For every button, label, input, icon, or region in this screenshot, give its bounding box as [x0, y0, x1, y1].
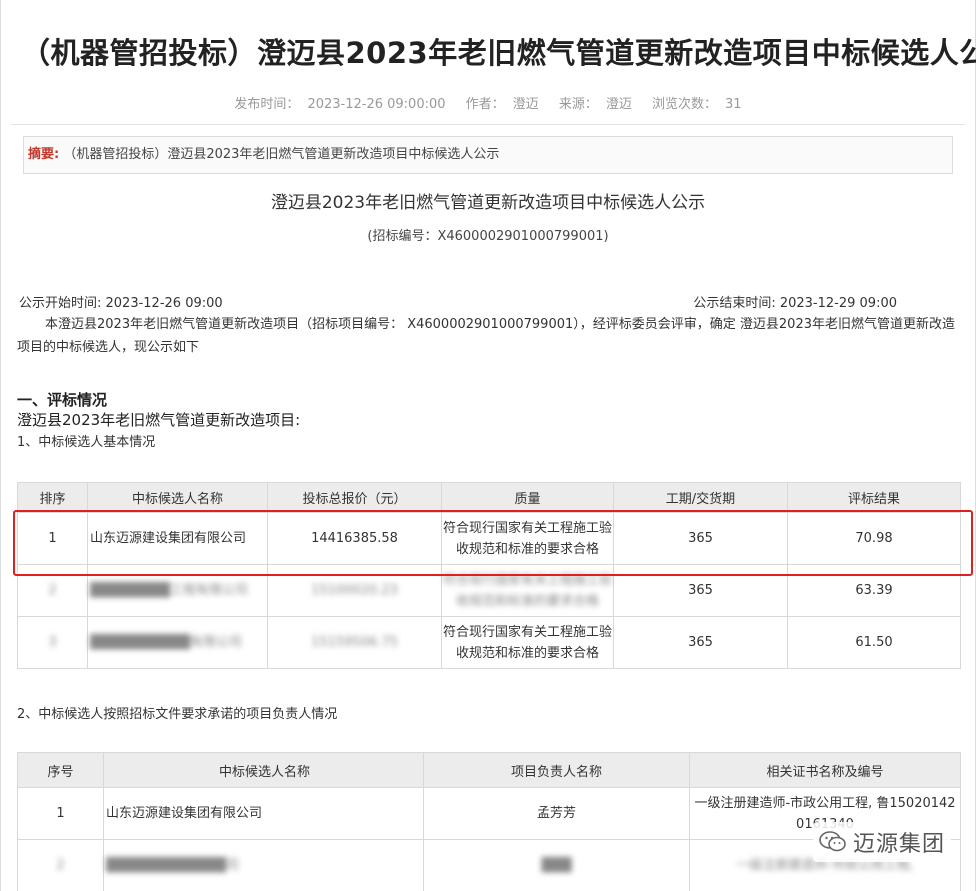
source: 来源： 澄迈: [558, 97, 632, 112]
document-title: 澄迈县2023年老旧燃气管道更新改造项目中标候选人公示: [270, 193, 706, 213]
price-cell: 14416385.58: [267, 512, 442, 565]
table-row: 2 ████████工程有限公司 15100020.23 符合现行国家有关工程施…: [17, 564, 961, 617]
quality-cell: 符合现行国家有关工程施工验收规范和标准的要求合格: [441, 512, 614, 565]
article-meta: 发布时间： 2023-12-26 09:00:00 作者： 澄迈 来源： 澄迈 浏览次…: [1, 93, 975, 112]
publish-time: 发布时间： 2023-12-26 09:00:00: [234, 97, 446, 112]
wechat-icon: [819, 830, 847, 854]
table-header-row: 序号 中标候选人名称 项目负责人名称 相关证书名称及编号: [17, 752, 961, 788]
page-title: （机器管招投标）澄迈县2023年老旧燃气管道更新改造项目中标候选人公示: [21, 36, 976, 70]
price-cell: 15159506.75: [267, 616, 442, 669]
manager-cell: 孟芳芳: [423, 787, 690, 840]
notice-start-time: 公示开始时间: 2023-12-26 09:00: [19, 296, 223, 311]
rank-cell: 1: [17, 512, 88, 565]
candidate-name-cell: 山东迈源建设集团有限公司: [103, 787, 424, 840]
subsection-heading: 1、中标候选人基本情况: [17, 435, 156, 450]
watermark-text: 迈源集团: [852, 832, 945, 857]
bid-number: (招标编号：X4600002901000799001): [367, 229, 609, 244]
watermark: 迈源集团: [812, 822, 951, 862]
price-cell: 15100020.23: [267, 564, 442, 617]
quality-cell: 符合现行国家有关工程施工验收规范和标准的要求合格: [441, 616, 614, 669]
column-header: 评标结果: [787, 482, 961, 513]
candidate-name-cell: ██████████有限公司: [87, 616, 268, 669]
column-header: 中标候选人名称: [87, 482, 268, 513]
column-header: 投标总报价（元）: [267, 482, 442, 513]
candidate-name-cell: ████████████司: [103, 839, 424, 891]
rank-cell: 3: [17, 616, 88, 669]
subsection-heading: 2、中标候选人按照招标文件要求承诺的项目负责人情况: [17, 707, 338, 722]
divider: [11, 124, 965, 125]
section-heading: 一、评标情况: [17, 391, 108, 409]
column-header: 中标候选人名称: [103, 752, 424, 788]
column-header: 序号: [17, 752, 104, 788]
column-header: 相关证书名称及编号: [689, 752, 961, 788]
author: 作者： 澄迈: [465, 97, 539, 112]
number-cell: 2: [17, 839, 104, 891]
rank-cell: 2: [17, 564, 88, 617]
column-header: 质量: [441, 482, 614, 513]
quality-cell: 符合现行国家有关工程施工验收规范和标准的要求合格: [441, 564, 614, 617]
result-cell: 61.50: [787, 616, 961, 669]
view-count: 浏览次数： 31: [652, 97, 742, 112]
table-row: 3 ██████████有限公司 15159506.75 符合现行国家有关工程施…: [17, 616, 961, 669]
table-header-row: 排序 中标候选人名称 投标总报价（元） 质量 工期/交货期 评标结果: [17, 482, 961, 513]
summary-label: 摘要:: [28, 147, 60, 162]
manager-cell: ███: [423, 839, 690, 891]
candidate-name-cell: ████████工程有限公司: [87, 564, 268, 617]
period-cell: 365: [613, 512, 788, 565]
result-cell: 70.98: [787, 512, 961, 565]
notice-end-time: 公示结束时间: 2023-12-29 09:00: [693, 296, 897, 311]
page-frame: （机器管招投标）澄迈县2023年老旧燃气管道更新改造项目中标候选人公示 发布时间…: [0, 0, 976, 891]
table-row: 1 山东迈源建设集团有限公司 14416385.58 符合现行国家有关工程施工验…: [17, 512, 961, 565]
project-name: 澄迈县2023年老旧燃气管道更新改造项目:: [17, 411, 301, 429]
column-header: 工期/交货期: [613, 482, 788, 513]
candidate-name-cell: 山东迈源建设集团有限公司: [87, 512, 268, 565]
result-cell: 63.39: [787, 564, 961, 617]
summary-text: （机器管招投标）澄迈县2023年老旧燃气管道更新改造项目中标候选人公示: [63, 147, 500, 162]
period-cell: 365: [613, 616, 788, 669]
summary-box: 摘要: （机器管招投标）澄迈县2023年老旧燃气管道更新改造项目中标候选人公示: [23, 136, 953, 174]
column-header: 排序: [17, 482, 88, 513]
period-cell: 365: [613, 564, 788, 617]
candidates-table: 排序 中标候选人名称 投标总报价（元） 质量 工期/交货期 评标结果 1 山东迈…: [17, 482, 961, 669]
intro-paragraph: 本澄迈县2023年老旧燃气管道更新改造项目（招标项目编号： X460000290…: [17, 317, 955, 355]
number-cell: 1: [17, 787, 104, 840]
column-header: 项目负责人名称: [423, 752, 690, 788]
